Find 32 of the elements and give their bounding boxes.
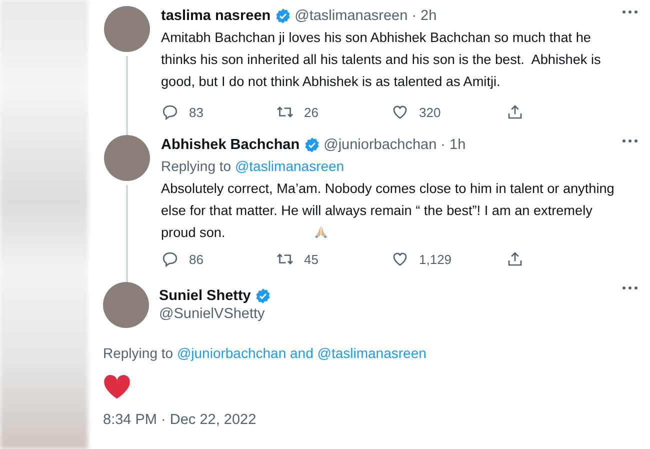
retweet-count: 26	[304, 104, 318, 120]
avatar-photo-placeholder[interactable]	[104, 6, 150, 52]
tweet-timestamp: 8:34 PM · Dec 22, 2022	[103, 412, 258, 428]
replying-to-text: Replying to @taslimanasreen	[161, 157, 346, 176]
like-icon[interactable]	[391, 250, 409, 268]
tweet-time: · 1h	[440, 137, 466, 153]
user-handle[interactable]: @taslimanasreen	[294, 8, 408, 24]
display-name[interactable]: Abhishek Bachchan	[161, 137, 300, 153]
display-name[interactable]: taslima nasreen	[161, 8, 271, 24]
reply-icon[interactable]	[161, 250, 179, 268]
share-icon[interactable]	[506, 250, 524, 268]
more-options-icon[interactable]	[622, 10, 638, 14]
tweet-text: Absolutely correct, Ma’am. Nobody comes close to him in talent or anything else for that matter. He will always remain “ the best”! I am an extremely proud son.	[161, 180, 616, 242]
reply-count: 83	[189, 104, 204, 120]
heart-icon	[103, 374, 131, 400]
more-options-icon[interactable]	[622, 286, 638, 290]
more-options-icon[interactable]	[622, 139, 638, 143]
like-count: 320	[419, 104, 441, 120]
avatar-photo-placeholder[interactable]	[103, 282, 149, 328]
tweet-text: Amitabh Bachchan ji loves his son Abhishek Bachchan so much that he thinks his son inherited all his talents and his son is the best. Abhishek is good, but I do not think Abhishek is as talented as Amitji.	[161, 29, 602, 91]
avatar-photo-placeholder[interactable]	[104, 135, 150, 181]
reply-count: 86	[189, 252, 204, 266]
share-icon[interactable]	[506, 103, 524, 121]
like-icon[interactable]	[391, 103, 409, 121]
user-handle[interactable]: @juniorbachchan	[324, 137, 437, 153]
tweet-time: · 2h	[412, 8, 437, 24]
reply-icon[interactable]	[161, 103, 179, 121]
retweet-count: 45	[304, 252, 318, 266]
user-handle[interactable]: @SunielVShetty	[159, 306, 265, 322]
display-name[interactable]: Suniel Shetty	[159, 288, 251, 304]
replying-to-text: Replying to @juniorbachchan and @taslimanasreen	[103, 344, 428, 363]
like-count: 1,129	[419, 252, 452, 266]
